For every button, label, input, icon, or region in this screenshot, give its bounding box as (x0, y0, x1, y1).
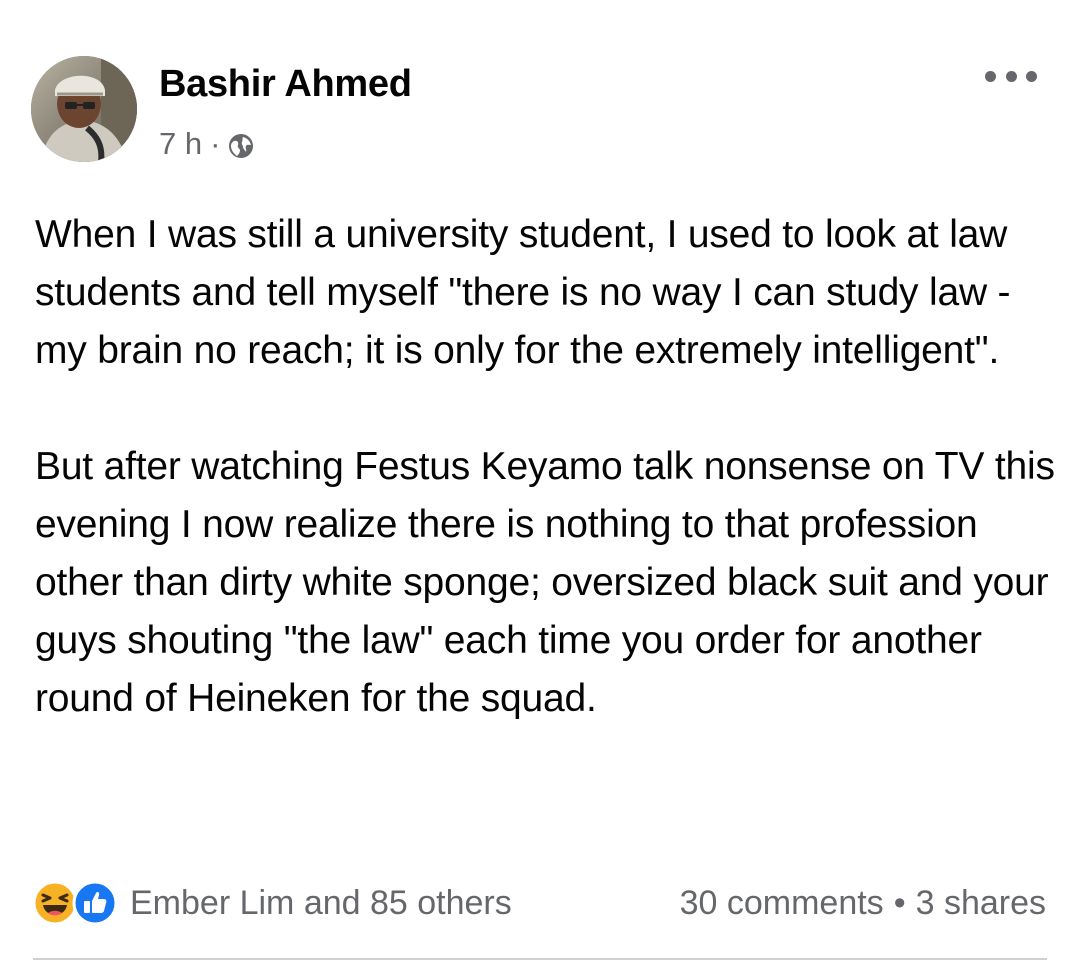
facebook-post: Bashir Ahmed 7 h · When I was still a un… (0, 0, 1080, 969)
divider (33, 958, 1047, 960)
avatar-photo (31, 56, 137, 162)
more-horizontal-icon (985, 70, 996, 82)
more-options-button[interactable] (985, 58, 1037, 94)
avatar[interactable] (31, 56, 137, 162)
post-body: When I was still a university student, I… (35, 206, 1065, 728)
post-paragraph: When I was still a university student, I… (35, 213, 1011, 372)
reaction-icons[interactable] (32, 880, 124, 926)
comments-count[interactable]: 30 comments (680, 884, 884, 922)
author-name[interactable]: Bashir Ahmed (159, 60, 412, 108)
post-timestamp[interactable]: 7 h (159, 124, 202, 164)
post-footer: Ember Lim and 85 others 30 comments • 3 sh… (0, 872, 1080, 932)
more-dot (1005, 70, 1017, 82)
reactors-summary[interactable]: Ember Lim and 85 others (130, 879, 512, 927)
meta-separator: · (210, 126, 221, 161)
post-stats: 30 comments • 3 shares (680, 879, 1046, 927)
globe-icon[interactable] (228, 131, 254, 158)
like-reaction-icon (72, 880, 118, 926)
stats-separator: • (893, 884, 906, 922)
post-paragraph: But after watching Festus Keyamo talk no… (35, 445, 1055, 720)
post-meta: 7 h · (159, 124, 254, 164)
more-dot (1026, 70, 1037, 82)
shares-count[interactable]: 3 shares (916, 884, 1046, 922)
